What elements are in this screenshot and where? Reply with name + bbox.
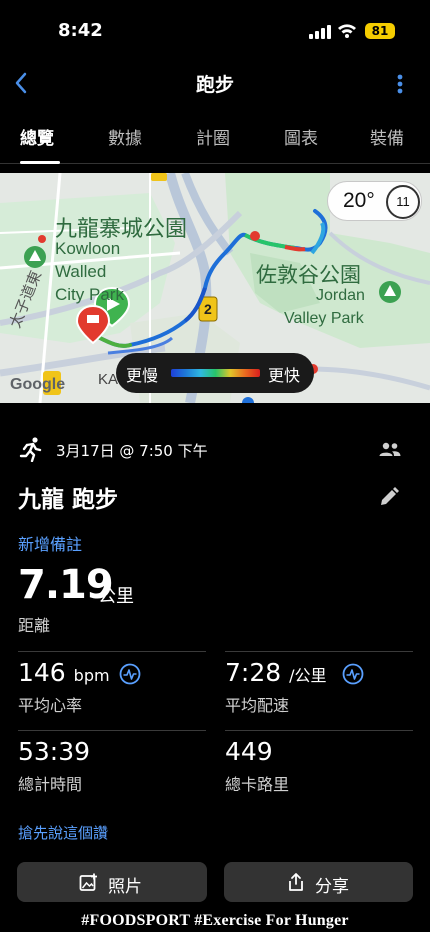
edit-pencil-icon[interactable] <box>378 486 400 508</box>
page-title: 跑步 <box>195 74 234 96</box>
tab-gear[interactable]: 裝備 <box>370 124 404 149</box>
google-logo: Google <box>10 376 66 393</box>
distance-unit: 公里 <box>98 586 134 607</box>
heart-rate-chart-icon[interactable] <box>119 663 141 685</box>
avg-heart-rate-number: 146 <box>18 658 66 687</box>
avg-pace-unit: /公里 <box>289 666 327 685</box>
status-bar: 8:42 81 <box>0 0 430 64</box>
avg-pace-number: 7:28 <box>225 658 282 687</box>
weather-badge: 20° 11 <box>327 181 422 221</box>
map-label-jordan-zh: 佐敦谷公園 <box>256 264 361 287</box>
total-time-value: 53:39 <box>18 737 91 766</box>
activity-title: 九龍 跑步 <box>18 487 119 513</box>
map-label-area: KA <box>98 371 119 388</box>
map-label-park-en-2: Walled <box>55 262 107 281</box>
avg-heart-rate-label: 平均心率 <box>18 696 83 715</box>
avg-pace-value: 7:28 /公里 <box>225 658 327 687</box>
pace-chart-icon[interactable] <box>342 663 364 685</box>
activity-date: 3月17日 @ 7:50 下午 <box>56 442 208 460</box>
tab-overview[interactable]: 總覽 <box>20 124 54 149</box>
divider <box>18 651 206 652</box>
tab-bar: 總覽 數據 計圈 圖表 裝備 <box>0 112 430 164</box>
add-photo-label: 照片 <box>108 877 142 897</box>
divider <box>225 730 413 731</box>
divider <box>225 651 413 652</box>
pace-legend: 更慢 更快 <box>116 353 314 393</box>
route-map[interactable]: 九龍寨城公園 Kowloon Walled City Park 佐敦谷公園 Jo… <box>0 173 430 403</box>
pace-legend-faster: 更快 <box>268 366 301 385</box>
avg-heart-rate-value: 146 bpm <box>18 658 110 687</box>
route-shield-number: 2 <box>204 301 212 317</box>
wind-speed-icon: 11 <box>386 185 420 219</box>
divider <box>18 730 206 731</box>
add-note-link[interactable]: 新增備註 <box>18 531 82 555</box>
tab-data[interactable]: 數據 <box>108 124 142 149</box>
pace-legend-slower: 更慢 <box>126 366 159 385</box>
share-button[interactable]: 分享 <box>224 862 413 902</box>
tab-charts[interactable]: 圖表 <box>284 124 318 149</box>
map-label-jordan-en-1: Jordan <box>316 287 365 304</box>
total-calories-label: 總卡路里 <box>225 775 290 794</box>
avg-pace-label: 平均配速 <box>225 696 290 715</box>
group-people-icon[interactable] <box>378 438 402 460</box>
tab-laps[interactable]: 計圈 <box>196 124 230 149</box>
distance-label: 距離 <box>18 616 51 635</box>
map-label-park-en-3: City Park <box>55 285 124 304</box>
active-tab-indicator <box>20 161 60 164</box>
running-person-icon <box>19 437 42 462</box>
watermark-text: #FOODSPORT #Exercise For Hunger <box>81 912 349 929</box>
activity-header: 3月17日 @ 7:50 下午 <box>18 436 413 464</box>
share-label: 分享 <box>315 877 349 897</box>
total-calories-value: 449 <box>225 737 273 766</box>
first-kudos-link[interactable]: 搶先說這個讚 <box>18 822 108 843</box>
add-photo-icon <box>79 873 97 891</box>
battery-indicator: 81 <box>365 23 395 39</box>
map-label-jordan-en-2: Valley Park <box>284 310 364 327</box>
wifi-icon <box>338 24 356 38</box>
total-time-label: 總計時間 <box>18 775 83 794</box>
more-options-icon[interactable] <box>390 68 410 98</box>
cellular-signal-icon <box>309 25 331 39</box>
avg-heart-rate-unit: bpm <box>73 666 110 685</box>
pace-gradient-bar <box>171 369 260 377</box>
map-label-park-en-1: Kowloon <box>55 239 121 258</box>
status-time: 8:42 <box>58 20 103 41</box>
share-icon <box>289 873 303 891</box>
weather-temperature: 20° <box>343 189 375 212</box>
nav-bar: 跑步 <box>0 64 430 104</box>
add-photo-button[interactable]: 照片 <box>17 862 207 902</box>
